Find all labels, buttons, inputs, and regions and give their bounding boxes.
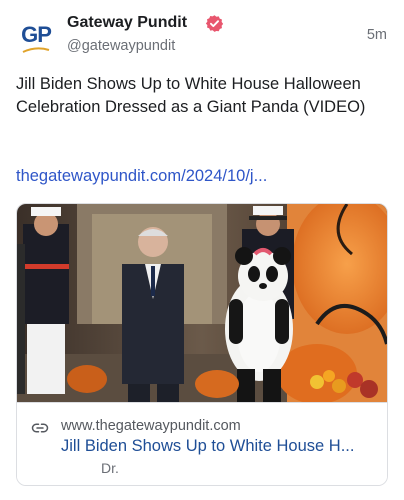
post-timestamp[interactable]: 5m bbox=[367, 26, 387, 44]
link-preview-image[interactable] bbox=[17, 204, 387, 402]
avatar-swoosh-icon bbox=[22, 46, 50, 53]
author-avatar[interactable]: GP bbox=[14, 15, 58, 59]
preview-photo bbox=[17, 204, 387, 402]
post-url-link[interactable]: thegatewaypundit.com/2024/10/j... bbox=[16, 165, 388, 187]
link-preview-domain: www.thegatewaypundit.com bbox=[61, 418, 241, 434]
author-handle[interactable]: @gatewaypundit bbox=[67, 37, 175, 55]
verified-badge-icon bbox=[205, 15, 224, 32]
author-name[interactable]: Gateway Pundit bbox=[67, 13, 187, 33]
link-preview-description: Dr. bbox=[101, 460, 119, 476]
link-chain-icon bbox=[31, 423, 49, 433]
post-card[interactable]: GP Gateway Pundit @gatewaypundit 5m Jill… bbox=[0, 0, 404, 500]
link-preview-footer[interactable]: www.thegatewaypundit.com Jill Biden Show… bbox=[17, 402, 387, 485]
post-body-text: Jill Biden Shows Up to White House Hallo… bbox=[16, 75, 366, 116]
avatar-logo-text: GP bbox=[21, 21, 52, 47]
link-preview-title[interactable]: Jill Biden Shows Up to White House H... bbox=[61, 435, 379, 457]
link-preview-card[interactable]: www.thegatewaypundit.com Jill Biden Show… bbox=[16, 203, 388, 486]
